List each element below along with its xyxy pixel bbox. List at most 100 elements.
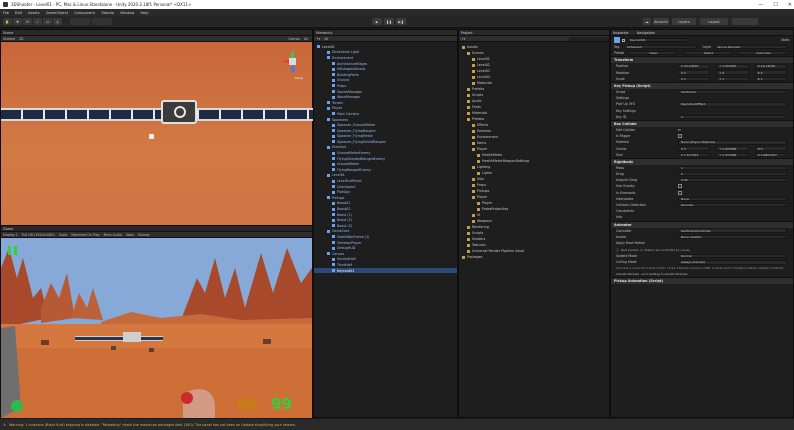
game-gizmos-dropdown[interactable]: Gizmos	[138, 233, 150, 237]
scene-viewport[interactable]: Persp	[1, 42, 314, 225]
prefab-overrides-dropdown[interactable]: Overrides	[738, 51, 787, 56]
hierarchy-item[interactable]: Keycard01	[314, 267, 457, 274]
move-tool-button[interactable]: ✥	[13, 18, 22, 25]
display-dropdown[interactable]: Display 1	[3, 233, 18, 237]
position-x-field[interactable]: X 53.93679	[678, 64, 711, 69]
menu-item[interactable]: Edit	[15, 11, 22, 15]
rotation-x-field[interactable]: X 0	[678, 70, 711, 75]
help-search-field[interactable]	[732, 18, 758, 25]
project-folder[interactable]: Packages	[459, 254, 609, 260]
game-viewport[interactable]: 99	[1, 238, 312, 418]
rotate-tool-button[interactable]: ⟳	[23, 18, 32, 25]
maximize-button[interactable]: ☐	[773, 2, 777, 8]
static-checkbox[interactable]: Static	[781, 38, 790, 42]
menu-item[interactable]: Tutorial	[101, 11, 114, 15]
status-bar[interactable]: ⚠ Warning: 1 cutscene (Black Kurt) skipp…	[0, 419, 794, 430]
project-search[interactable]	[569, 36, 609, 41]
update-mode-dropdown[interactable]: Normal	[678, 253, 787, 259]
menu-item[interactable]: Help	[140, 11, 148, 15]
tab-navigation[interactable]: Navigation	[637, 31, 655, 35]
menu-item[interactable]: Component	[74, 11, 95, 15]
hierarchy-search[interactable]: All	[324, 37, 328, 41]
tag-dropdown[interactable]: Untagged	[624, 44, 697, 50]
game-panel: Game Display 1 Full HD (1920x1080) Scale…	[0, 225, 313, 418]
layers-dropdown[interactable]: Layers	[672, 18, 696, 25]
rect-tool-button[interactable]: ▭	[43, 18, 52, 25]
transform-header[interactable]: Transform	[611, 56, 793, 64]
center-y-field[interactable]: Y 0.004898	[716, 146, 749, 151]
close-button[interactable]: ✕	[788, 2, 792, 8]
object-name-field[interactable]: Keycard01	[627, 37, 687, 43]
scale-x-field[interactable]: X 1	[678, 76, 711, 82]
center-x-field[interactable]: X 0	[678, 146, 711, 151]
scale-tool-button[interactable]: ⤢	[33, 18, 42, 25]
scale-slider[interactable]: Scale	[59, 233, 68, 237]
add-object-button[interactable]: +▾	[316, 37, 320, 41]
account-dropdown[interactable]: Account	[653, 18, 669, 25]
maximize-on-play-toggle[interactable]: Maximize On Play	[71, 233, 99, 237]
use-gravity-checkbox[interactable]	[678, 184, 682, 189]
size-y-field[interactable]: Y 1.372089	[716, 152, 749, 157]
interpolate-dropdown[interactable]: None	[678, 196, 787, 202]
box-collider-header[interactable]: Box Collider	[611, 119, 793, 127]
layout-dropdown[interactable]: Layout	[700, 18, 728, 25]
position-y-field[interactable]: Y 1.553923	[716, 64, 749, 69]
collision-detection-dropdown[interactable]: Discrete	[678, 202, 787, 208]
folder-icon	[477, 201, 480, 205]
script-field[interactable]: KeyPickup	[678, 89, 787, 95]
key-id-field[interactable]: 1	[678, 114, 787, 119]
cloud-icon[interactable]: ☁	[643, 18, 651, 25]
gizmos-dropdown[interactable]: Gizmos	[288, 37, 300, 41]
position-z-field[interactable]: Z 19.14536	[754, 64, 787, 69]
menu-item[interactable]: Assets	[28, 11, 40, 15]
project-folder-label: HealthMeter	[482, 153, 503, 157]
scale-y-field[interactable]: Y 1	[716, 76, 749, 82]
size-x-field[interactable]: X 1.677024	[678, 152, 711, 157]
2d-toggle[interactable]: 2D	[19, 37, 23, 41]
active-checkbox[interactable]	[622, 38, 625, 42]
stats-toggle[interactable]: Stats	[126, 233, 134, 237]
pause-button[interactable]: ❚❚	[384, 18, 394, 25]
pause-icon[interactable]	[7, 245, 19, 256]
center-z-field[interactable]: Z 0	[754, 146, 787, 151]
layer-dropdown[interactable]: Ignore Raycast	[714, 44, 787, 50]
mass-field[interactable]: 1	[678, 165, 787, 171]
animator-header[interactable]: Animator	[611, 220, 793, 228]
mute-audio-toggle[interactable]: Mute Audio	[104, 233, 122, 237]
prefab-open-button[interactable]: Open	[628, 51, 677, 56]
pickup-vfx-field[interactable]: KeyCollectEffect	[678, 102, 787, 107]
tab-inspector[interactable]: Inspector	[613, 31, 629, 35]
resolution-dropdown[interactable]: Full HD (1920x1080)	[22, 233, 55, 237]
hand-tool-button[interactable]: ✋	[3, 18, 12, 25]
prefab-select-button[interactable]: Select	[683, 51, 732, 56]
is-trigger-checkbox[interactable]	[678, 134, 682, 139]
global-toggle[interactable]	[92, 18, 112, 25]
create-asset-button[interactable]: +▾	[461, 37, 465, 41]
play-button[interactable]: ▶	[372, 18, 382, 25]
step-button[interactable]: ▶❚	[396, 18, 406, 25]
rotation-y-field[interactable]: Y 0	[716, 70, 749, 75]
menu-item[interactable]: Window	[120, 11, 134, 15]
pickup-animation-header[interactable]: Pickup Animation (Script)	[611, 277, 793, 285]
menu-item[interactable]: File	[3, 11, 9, 15]
transform-tool-button[interactable]: ◎	[53, 18, 62, 25]
scene-search[interactable]: All	[304, 37, 308, 41]
size-z-field[interactable]: Z 0.4801567	[754, 152, 787, 157]
shading-dropdown[interactable]: Shaded	[3, 37, 15, 41]
pivot-toggle[interactable]	[70, 18, 90, 25]
minimize-button[interactable]: —	[758, 2, 763, 8]
avatar-field[interactable]: None (Avatar)	[678, 234, 787, 239]
is-kinematic-checkbox[interactable]	[678, 190, 682, 195]
key-pickup-header[interactable]: Key Pickup (Script)	[611, 81, 793, 89]
angular-drag-field[interactable]: 0.05	[678, 178, 787, 183]
edit-collider-button[interactable]: ⊡	[678, 128, 681, 132]
menu-item[interactable]: GameObject	[46, 11, 68, 15]
scene-orientation-gizmo[interactable]	[281, 50, 303, 74]
rotation-z-field[interactable]: Z 0	[754, 70, 787, 75]
drag-field[interactable]: 0	[678, 171, 787, 177]
scale-z-field[interactable]: Z 1	[754, 76, 787, 82]
culling-mode-dropdown[interactable]: Always Animate	[678, 260, 787, 265]
controller-field[interactable]: KeyPickupController	[678, 228, 787, 233]
rigidbody-header[interactable]: Rigidbody	[611, 157, 793, 165]
material-field[interactable]: None (Physic Material)	[678, 140, 787, 145]
